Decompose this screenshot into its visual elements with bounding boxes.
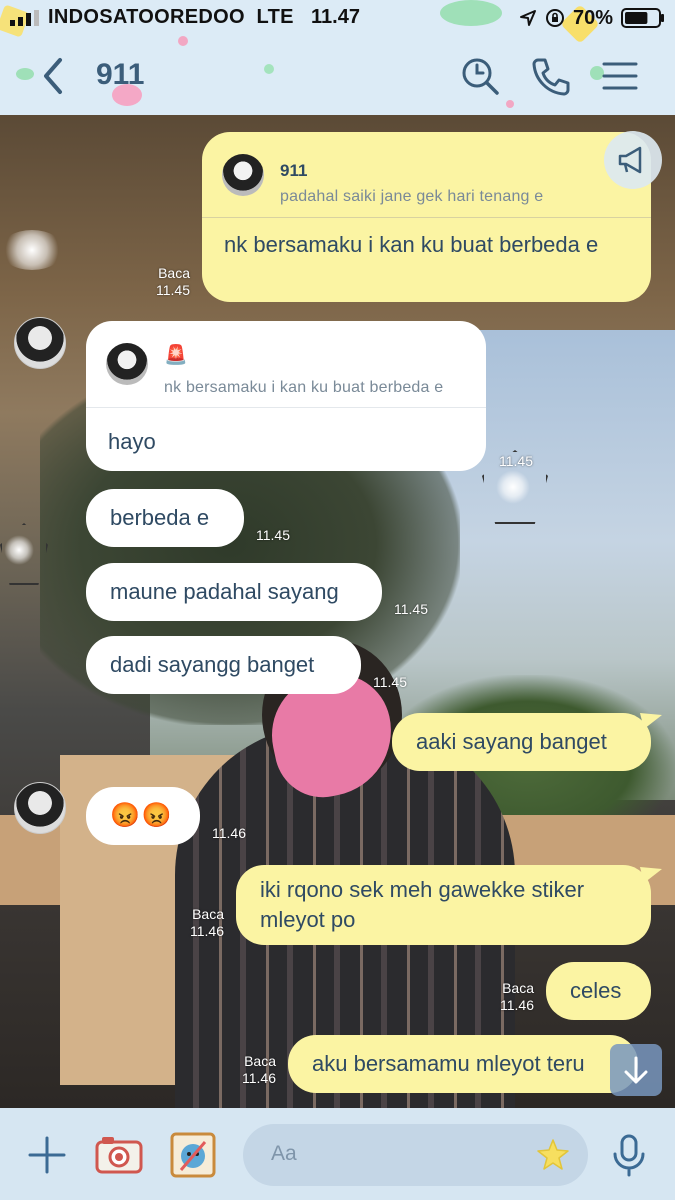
emoji-sticker-icon[interactable] bbox=[535, 1137, 571, 1173]
reply-preview[interactable]: 🚨 nk bersamaku i kan ku buat berbeda e bbox=[86, 321, 486, 408]
message-time: 11.46 bbox=[500, 997, 534, 1013]
read-receipt: Baca bbox=[192, 906, 224, 922]
bubble-tail bbox=[640, 867, 662, 883]
message-bubble[interactable]: aaki sayang banget bbox=[392, 713, 651, 771]
carrier-name: INDOSATOOREDOO LTE bbox=[48, 6, 294, 29]
message-bubble[interactable]: 😡😡 bbox=[86, 787, 200, 845]
rotation-lock-icon bbox=[545, 9, 564, 27]
message-bubble[interactable]: aku bersamamu mleyot teru bbox=[288, 1035, 638, 1093]
contact-avatar[interactable] bbox=[14, 317, 66, 369]
reply-text: padahal saiki jane gek hari tenang e bbox=[280, 188, 544, 205]
message-text: celes bbox=[570, 978, 622, 1003]
message-text: iki rqono sek meh gawekke stiker mleyot … bbox=[260, 877, 585, 932]
message-meta: Baca 11.46 bbox=[492, 980, 534, 1014]
arrow-down-icon bbox=[624, 1056, 648, 1084]
message-meta: Baca 11.45 bbox=[148, 265, 190, 299]
reply-text: nk bersamaku i kan ku buat berbeda e bbox=[164, 379, 444, 396]
megaphone-icon bbox=[618, 146, 642, 174]
announcement-button[interactable] bbox=[604, 131, 662, 189]
lamp-glow bbox=[4, 535, 34, 565]
message-time: 11.45 bbox=[373, 674, 407, 690]
battery-percent: 70% bbox=[572, 6, 613, 29]
message-time: 11.45 bbox=[156, 282, 190, 298]
reply-avatar bbox=[222, 154, 264, 196]
microphone-icon[interactable] bbox=[604, 1130, 654, 1180]
message-input[interactable]: Aa bbox=[243, 1124, 588, 1186]
message-meta: Baca 11.46 bbox=[182, 906, 224, 940]
message-text: hayo bbox=[108, 429, 156, 454]
message-text: nk bersamaku i kan ku buat berbeda e bbox=[224, 232, 599, 257]
message-text: aku bersamamu mleyot teru bbox=[312, 1051, 585, 1076]
location-icon bbox=[519, 10, 536, 26]
message-bubble[interactable]: dadi sayangg banget bbox=[86, 636, 361, 694]
input-bar: Aa bbox=[0, 1108, 675, 1200]
ceiling-light bbox=[0, 230, 64, 270]
message-time: 11.45 bbox=[499, 453, 533, 469]
chat-area[interactable]: 911 padahal saiki jane gek hari tenang e… bbox=[0, 115, 675, 1108]
bubble-tail bbox=[640, 713, 662, 729]
message-bubble[interactable]: iki rqono sek meh gawekke stiker mleyot … bbox=[236, 865, 651, 945]
message-time: 11.45 bbox=[394, 601, 428, 617]
message-bubble[interactable]: berbeda e bbox=[86, 489, 244, 547]
network-type: LTE bbox=[256, 6, 294, 28]
input-placeholder: Aa bbox=[271, 1142, 297, 1165]
camera-icon[interactable] bbox=[94, 1130, 144, 1180]
phone-icon[interactable] bbox=[528, 54, 572, 98]
read-receipt: Baca bbox=[244, 1053, 276, 1069]
read-receipt: Baca bbox=[158, 265, 190, 281]
message-text: maune padahal sayang bbox=[110, 579, 339, 604]
carrier-label: INDOSATOOREDOO bbox=[48, 6, 245, 28]
message-text: berbeda e bbox=[110, 505, 210, 530]
gallery-icon[interactable] bbox=[168, 1130, 218, 1180]
back-arrow-icon[interactable] bbox=[36, 54, 72, 98]
clock-time: 11.47 bbox=[311, 6, 360, 28]
status-bar: INDOSATOOREDOO LTE 11.47 70% bbox=[0, 0, 675, 36]
message-time: 11.46 bbox=[212, 825, 246, 841]
plus-icon[interactable] bbox=[22, 1130, 72, 1180]
read-receipt: Baca bbox=[502, 980, 534, 996]
scroll-to-bottom-button[interactable] bbox=[610, 1044, 662, 1096]
message-bubble[interactable]: 🚨 nk bersamaku i kan ku buat berbeda e h… bbox=[86, 321, 486, 471]
message-text: dadi sayangg banget bbox=[110, 652, 315, 677]
message-bubble[interactable]: maune padahal sayang bbox=[86, 563, 382, 621]
chat-title[interactable]: 911 bbox=[96, 58, 144, 92]
search-icon[interactable] bbox=[458, 54, 502, 98]
signal-icon bbox=[10, 10, 39, 26]
message-time: 11.46 bbox=[190, 923, 224, 939]
top-bar: INDOSATOOREDOO LTE 11.47 70% 911 bbox=[0, 0, 675, 115]
status-right: 70% bbox=[519, 6, 665, 30]
message-bubble[interactable]: celes bbox=[546, 962, 651, 1020]
message-text: 😡😡 bbox=[110, 802, 174, 829]
reply-emoji: 🚨 bbox=[164, 345, 188, 366]
menu-icon[interactable] bbox=[598, 54, 642, 98]
message-time: 11.46 bbox=[242, 1070, 276, 1086]
contact-avatar[interactable] bbox=[14, 782, 66, 834]
message-time: 11.45 bbox=[256, 527, 290, 543]
reply-avatar bbox=[106, 343, 148, 385]
battery-icon bbox=[621, 8, 664, 28]
message-meta: Baca 11.46 bbox=[234, 1053, 276, 1087]
message-bubble[interactable]: 911 padahal saiki jane gek hari tenang e… bbox=[202, 132, 651, 302]
lamp-glow bbox=[496, 470, 530, 504]
reply-preview[interactable]: 911 padahal saiki jane gek hari tenang e bbox=[202, 132, 651, 218]
message-text: aaki sayang banget bbox=[416, 729, 607, 754]
chat-header: 911 bbox=[0, 40, 675, 115]
